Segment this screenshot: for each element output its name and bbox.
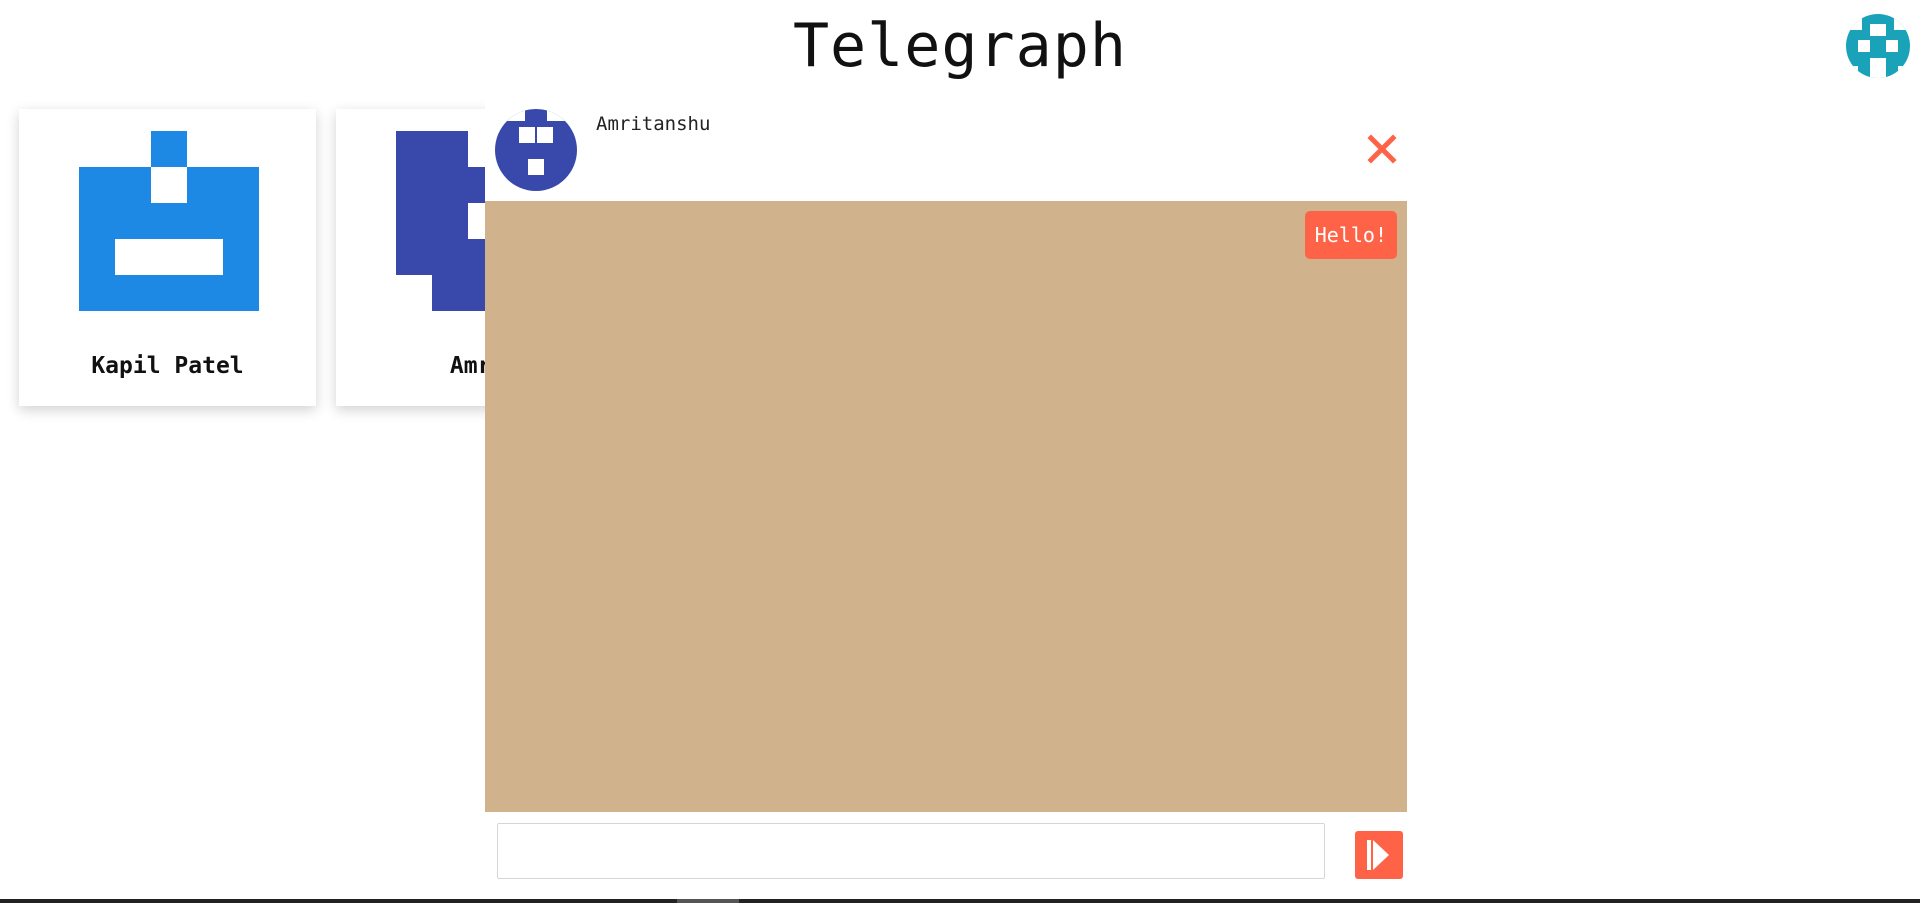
contact-name: Kapil Patel <box>91 353 244 379</box>
chat-contact-name: Amritanshu <box>596 113 711 135</box>
scroll-indicator <box>677 899 739 903</box>
close-icon[interactable] <box>1365 132 1399 166</box>
user-avatar[interactable] <box>1846 14 1910 78</box>
contact-card-kapil-patel[interactable]: Kapil Patel <box>19 109 316 406</box>
bottom-border <box>0 899 1920 903</box>
chat-contact-avatar <box>495 109 577 191</box>
message-bubble-outgoing: Hello! <box>1304 211 1397 259</box>
chat-header: Amritanshu <box>485 101 1407 201</box>
message-area[interactable]: Hello! <box>485 201 1407 812</box>
telegraph-page: Telegraph Kapil Patel Amritanshu Hello! <box>0 0 1920 903</box>
play-icon <box>1367 840 1389 870</box>
chat-window: Amritanshu Hello! <box>485 101 1407 889</box>
send-button[interactable] <box>1355 831 1403 879</box>
message-input[interactable] <box>497 823 1325 879</box>
contact-avatar-icon <box>79 131 259 311</box>
app-title: Telegraph <box>792 11 1128 81</box>
